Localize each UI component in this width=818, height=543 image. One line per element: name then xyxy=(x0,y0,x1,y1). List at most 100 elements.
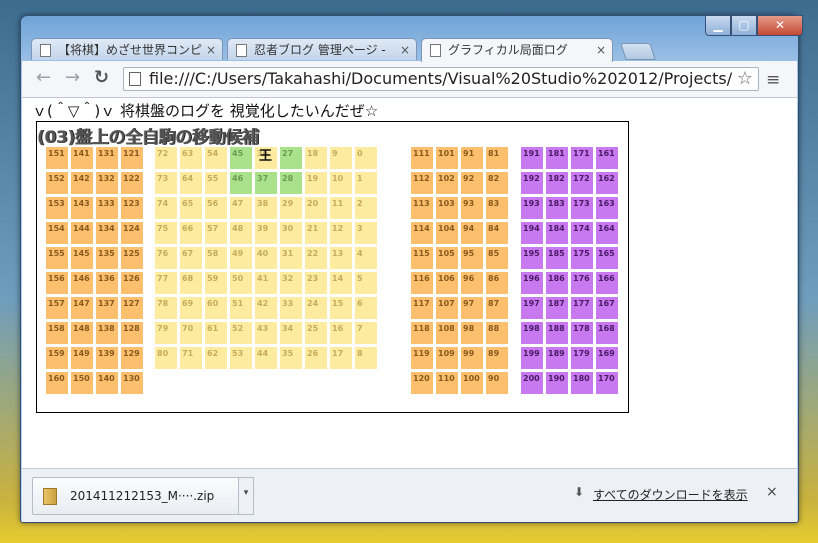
board-cell: 191 xyxy=(521,147,543,169)
board-cell: 151 xyxy=(46,147,68,169)
board-cell: 73 xyxy=(155,172,177,194)
board-cell: 30 xyxy=(280,222,302,244)
board-cell: 146 xyxy=(71,272,93,294)
board-cell: 189 xyxy=(546,347,568,369)
board-cell: 72 xyxy=(155,147,177,169)
show-all-downloads-link[interactable]: すべてのダウンロードを表示 xyxy=(593,486,748,503)
board-cell: 122 xyxy=(121,172,143,194)
board-cell: 7 xyxy=(355,322,377,344)
forward-arrow-icon[interactable]: → xyxy=(65,67,80,88)
back-arrow-icon[interactable]: ← xyxy=(36,67,51,88)
board-cell: 110 xyxy=(436,372,458,394)
tab-close-icon[interactable]: × xyxy=(400,39,410,60)
board-cell: 17 xyxy=(330,347,352,369)
board-cell: 79 xyxy=(155,322,177,344)
board-cell: 149 xyxy=(71,347,93,369)
board-cell: 136 xyxy=(96,272,118,294)
tab-shogi[interactable]: 【将棋】めざせ世界コンピ × xyxy=(31,38,223,60)
board-cell: 68 xyxy=(180,272,202,294)
menu-icon[interactable]: ≡ xyxy=(766,70,780,90)
board-cell: 5 xyxy=(355,272,377,294)
board-cell: 162 xyxy=(596,172,618,194)
close-window-button[interactable]: ✕ xyxy=(757,15,803,36)
board-cell: 89 xyxy=(486,347,508,369)
board-cell: 108 xyxy=(436,322,458,344)
board-cell: 126 xyxy=(121,272,143,294)
reload-icon[interactable]: ↻ xyxy=(94,67,109,88)
board-cell: 95 xyxy=(461,247,483,269)
board-cell: 91 xyxy=(461,147,483,169)
board-cell: 74 xyxy=(155,197,177,219)
board-cell: 139 xyxy=(96,347,118,369)
board-cell: 10 xyxy=(330,172,352,194)
address-bar[interactable]: file:///C:/Users/Takahashi/Documents/Vis… xyxy=(123,67,759,91)
board-cell: 12 xyxy=(330,222,352,244)
board-cell: 50 xyxy=(230,272,252,294)
board-cell: 47 xyxy=(230,197,252,219)
board-cell: 38 xyxy=(255,197,277,219)
toolbar: ← → ↻ file:///C:/Users/Takahashi/Documen… xyxy=(22,61,797,98)
board-cell: 100 xyxy=(461,372,483,394)
board-cell: 53 xyxy=(230,347,252,369)
board-cell: 133 xyxy=(96,197,118,219)
tab-ninja-blog[interactable]: 忍者ブログ 管理ページ - × xyxy=(227,38,417,60)
board-cell: 199 xyxy=(521,347,543,369)
tab-title: グラフィカル局面ログ xyxy=(448,43,568,57)
board-cell: 153 xyxy=(46,197,68,219)
board-cell: 195 xyxy=(521,247,543,269)
board-cell: 3 xyxy=(355,222,377,244)
board-cell: 20 xyxy=(305,197,327,219)
board-cell: 6 xyxy=(355,297,377,319)
board-cell: 85 xyxy=(486,247,508,269)
board-cell: 27 xyxy=(280,147,302,169)
board-cell: 138 xyxy=(96,322,118,344)
board-cell: 92 xyxy=(461,172,483,194)
new-tab-button[interactable] xyxy=(620,43,656,60)
download-shelf: 201411212153_M····.zip ▾ ⬇ すべてのダウンロードを表示… xyxy=(22,468,797,522)
board-cell: 103 xyxy=(436,197,458,219)
board-cell: 35 xyxy=(280,347,302,369)
page-content: ｖ(＾▽＾)ｖ 将棋盤のログを 視覚化したいんだぜ☆ (03)盤上の全自駒の移動… xyxy=(22,98,797,470)
tab-graphical-log[interactable]: グラフィカル局面ログ × xyxy=(421,38,613,62)
board-cell: 194 xyxy=(521,222,543,244)
tab-close-icon[interactable]: × xyxy=(596,39,606,61)
board-cell: 31 xyxy=(280,247,302,269)
board-cell: 101 xyxy=(436,147,458,169)
download-menu-button[interactable]: ▾ xyxy=(238,477,254,515)
minimize-button[interactable]: ▁ xyxy=(705,15,731,36)
window-controls: ▁ ▢ ✕ xyxy=(705,15,803,36)
url-text[interactable]: file:///C:/Users/Takahashi/Documents/Vis… xyxy=(149,69,732,88)
board-cell: 118 xyxy=(411,322,433,344)
board-cell: 170 xyxy=(596,372,618,394)
board-cell: 112 xyxy=(411,172,433,194)
board-cell: 193 xyxy=(521,197,543,219)
board-cell: 150 xyxy=(71,372,93,394)
board-cell: 67 xyxy=(180,247,202,269)
board-cell: 13 xyxy=(330,247,352,269)
board-cell: 165 xyxy=(596,247,618,269)
download-item[interactable]: 201411212153_M····.zip xyxy=(32,477,239,515)
board-cell: 8 xyxy=(355,347,377,369)
board-cell: 42 xyxy=(255,297,277,319)
board-cell: 16 xyxy=(330,322,352,344)
board-cell: 182 xyxy=(546,172,568,194)
board-cell: 40 xyxy=(255,247,277,269)
board-cell: 19 xyxy=(305,172,327,194)
board-cell: 156 xyxy=(46,272,68,294)
board-cell: 69 xyxy=(180,297,202,319)
bookmark-star-icon[interactable]: ☆ xyxy=(734,68,756,90)
tab-close-icon[interactable]: × xyxy=(206,39,216,60)
board-cell: 45 xyxy=(230,147,252,169)
board-cell: 57 xyxy=(205,222,227,244)
board-cell: 90 xyxy=(486,372,508,394)
board-cell: 113 xyxy=(411,197,433,219)
board-cell: 4 xyxy=(355,247,377,269)
board-cell: 80 xyxy=(155,347,177,369)
board-cell: 174 xyxy=(571,222,593,244)
close-download-shelf-icon[interactable]: × xyxy=(766,484,778,500)
board-cell: 102 xyxy=(436,172,458,194)
board-cell: 142 xyxy=(71,172,93,194)
board-cell: 129 xyxy=(121,347,143,369)
maximize-button[interactable]: ▢ xyxy=(731,15,757,36)
board-cell: 145 xyxy=(71,247,93,269)
